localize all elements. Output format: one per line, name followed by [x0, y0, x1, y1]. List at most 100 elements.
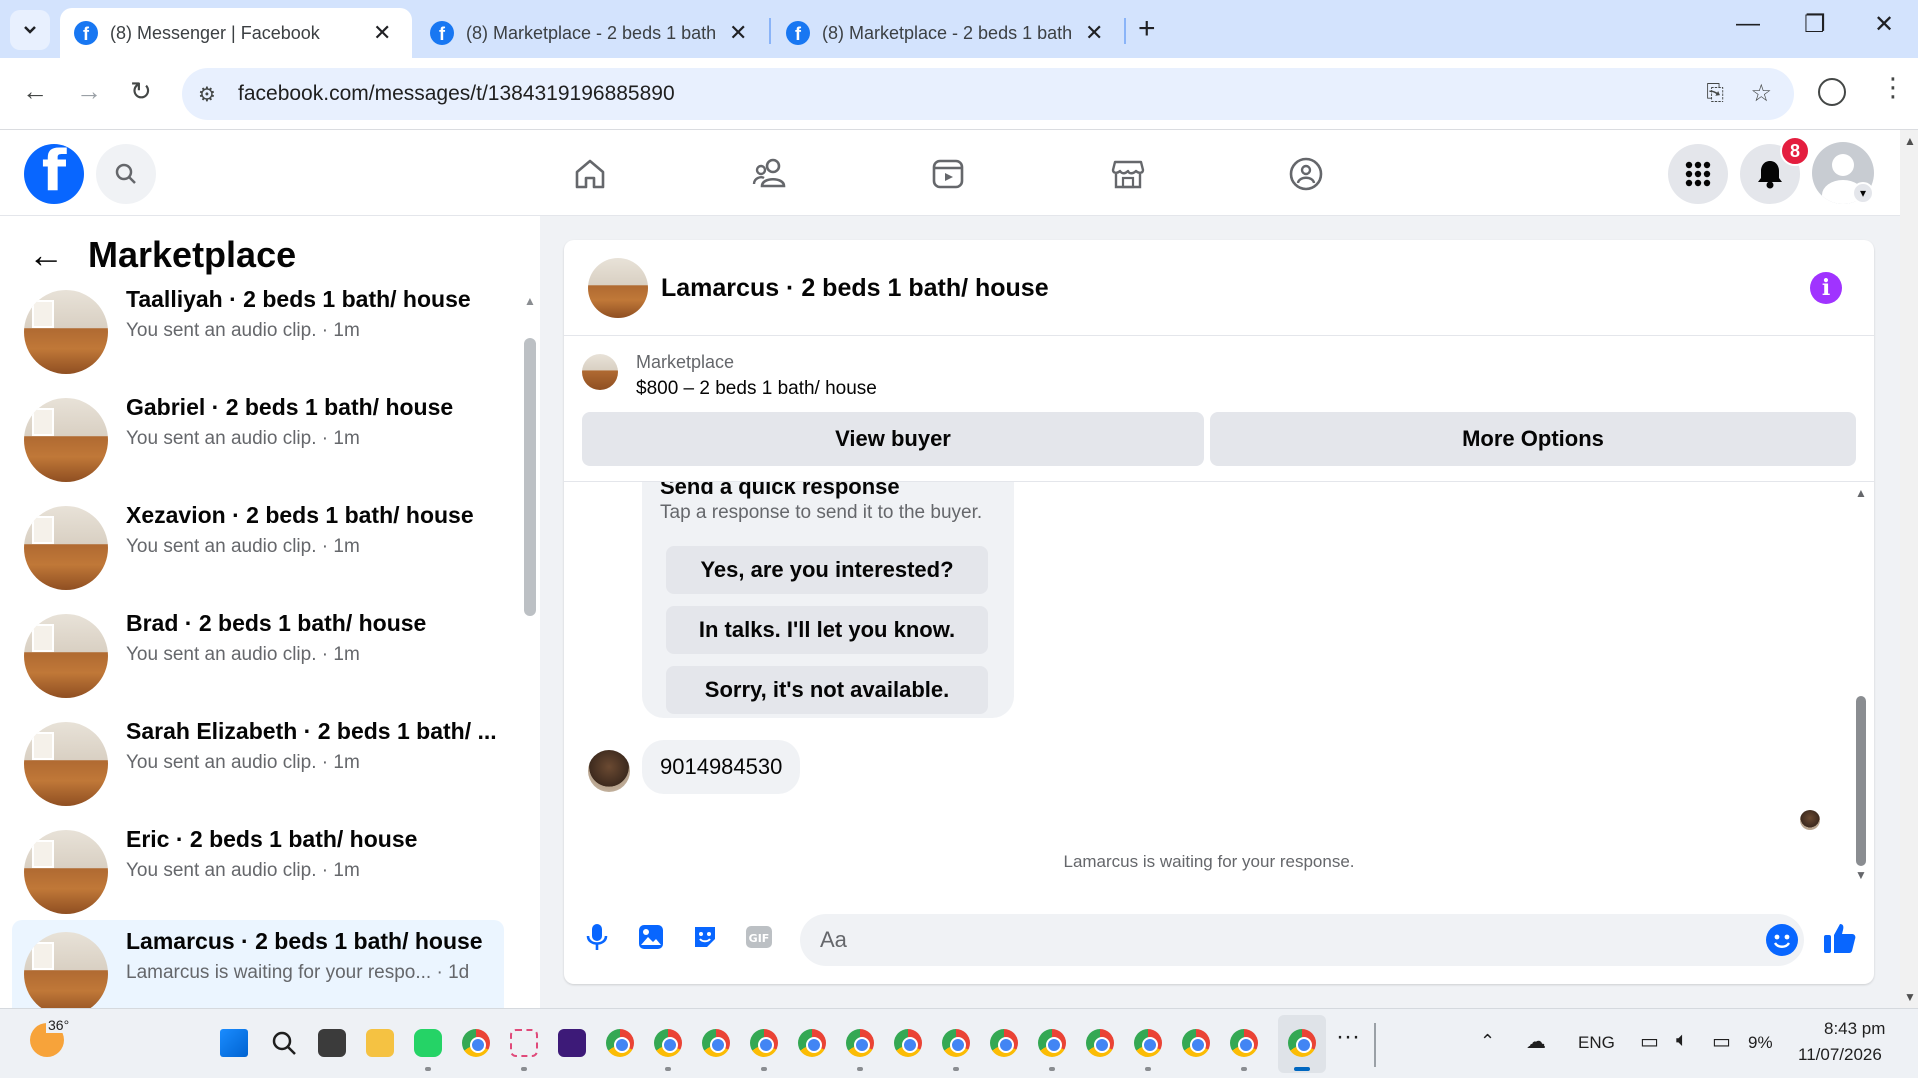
listing-price-title[interactable]: $800 – 2 beds 1 bath/ house [636, 378, 877, 400]
app-icon[interactable] [558, 1029, 586, 1057]
back-arrow-icon[interactable]: ← [22, 76, 48, 107]
chrome-profile-icon[interactable] [990, 1029, 1018, 1057]
chrome-profile-icon[interactable] [846, 1029, 874, 1057]
quick-response-option[interactable]: Sorry, it's not available. [666, 666, 988, 714]
marketplace-nav-icon[interactable] [1106, 152, 1150, 196]
scroll-up-icon[interactable]: ▲ [1904, 134, 1916, 148]
chrome-profile-icon[interactable] [894, 1029, 922, 1057]
restore-icon[interactable]: ❐ [1804, 10, 1826, 39]
home-nav-icon[interactable] [568, 152, 612, 196]
scroll-down-icon[interactable]: ▼ [1904, 990, 1916, 1004]
message-input[interactable] [800, 914, 1804, 966]
facebook-logo[interactable]: f [24, 144, 84, 204]
chrome-profile-icon[interactable] [798, 1029, 826, 1057]
battery-icon[interactable]: ▭ [1712, 1029, 1731, 1054]
browser-menu-icon[interactable]: ⋮ [1880, 72, 1906, 103]
more-apps-icon[interactable]: ··· [1336, 1023, 1360, 1051]
whatsapp-icon[interactable] [414, 1029, 442, 1057]
file-explorer-icon[interactable] [366, 1029, 394, 1057]
chrome-profile-icon[interactable] [1086, 1029, 1114, 1057]
emoji-icon[interactable] [1766, 924, 1798, 956]
message-bubble[interactable]: 9014984530 [642, 740, 801, 794]
tab-messenger[interactable]: f (8) Messenger | Facebook ✕ [60, 8, 412, 58]
close-window-icon[interactable]: ✕ [1874, 10, 1894, 39]
chrome-icon[interactable] [462, 1029, 490, 1057]
chevron-up-icon[interactable]: ⌃ [1480, 1031, 1495, 1052]
listing-avatar[interactable] [588, 258, 648, 318]
scroll-up-icon[interactable]: ▲ [1855, 486, 1867, 500]
sender-avatar[interactable] [588, 750, 630, 792]
address-bar[interactable]: ⚙ facebook.com/messages/t/13843191968858… [182, 68, 1794, 120]
install-app-icon[interactable]: ⎘ [1706, 80, 1724, 106]
chrome-profile-icon[interactable] [1182, 1029, 1210, 1057]
sticker-icon[interactable] [690, 922, 720, 952]
sidebar-scrollbar[interactable]: ▲ ▼ [520, 286, 540, 1070]
menu-button[interactable] [1668, 144, 1728, 204]
conversation-item[interactable]: Lamarcus · 2 beds 1 bath/ house Lamarcus … [12, 920, 504, 1020]
onedrive-icon[interactable]: ☁ [1526, 1029, 1546, 1054]
clock-date[interactable]: 11/07/2026 [1798, 1045, 1882, 1065]
video-nav-icon[interactable] [926, 152, 970, 196]
new-tab-icon[interactable]: + [1138, 12, 1156, 46]
chrome-profile-icon[interactable] [654, 1029, 682, 1057]
site-settings-icon[interactable]: ⚙ [198, 82, 216, 107]
search-taskbar-icon[interactable] [270, 1029, 298, 1057]
friends-nav-icon[interactable] [748, 152, 792, 196]
reload-icon[interactable]: ↻ [130, 76, 152, 107]
network-icon[interactable]: ▭ [1640, 1029, 1659, 1054]
chrome-profile-icon[interactable] [750, 1029, 778, 1057]
tab-marketplace-1[interactable]: f (8) Marketplace - 2 beds 1 bath ✕ [416, 8, 768, 58]
page-scrollbar[interactable]: ▲ ▼ [1900, 130, 1918, 1008]
language-indicator[interactable]: ENG [1578, 1033, 1615, 1053]
conversation-item[interactable]: Sarah Elizabeth · 2 beds 1 bath/ ... You … [12, 710, 504, 810]
chevron-down-icon[interactable]: ▾ [1852, 182, 1874, 204]
chat-title[interactable]: Lamarcus · 2 beds 1 bath/ house [661, 274, 1049, 303]
quick-response-option[interactable]: In talks. I'll let you know. [666, 606, 988, 654]
volume-icon[interactable]: 🔈︎ [1676, 1029, 1688, 1052]
close-tab-icon[interactable]: ✕ [729, 20, 747, 46]
chrome-icon[interactable] [606, 1029, 634, 1057]
chrome-profile-icon[interactable] [1134, 1029, 1162, 1057]
tab-search-button[interactable] [10, 10, 50, 50]
close-tab-icon[interactable]: ✕ [1085, 20, 1103, 46]
scrollbar-thumb[interactable] [1856, 696, 1866, 866]
start-icon[interactable] [220, 1029, 248, 1057]
thumbs-up-icon[interactable] [1822, 920, 1858, 956]
groups-nav-icon[interactable] [1284, 152, 1328, 196]
scroll-up-icon[interactable]: ▲ [524, 294, 536, 308]
chrome-profile-icon[interactable] [942, 1029, 970, 1057]
url-text[interactable]: facebook.com/messages/t/1384319196885890 [238, 82, 675, 106]
snipping-tool-icon[interactable] [510, 1029, 538, 1057]
chrome-profile-icon[interactable] [1230, 1029, 1258, 1057]
gif-icon[interactable]: GIF [744, 922, 774, 952]
conversation-item[interactable]: Xezavion · 2 beds 1 bath/ house You sent … [12, 494, 504, 594]
quick-response-option[interactable]: Yes, are you interested? [666, 546, 988, 594]
tab-title: (8) Marketplace - 2 beds 1 bath [466, 22, 717, 43]
conversation-item[interactable]: Eric · 2 beds 1 bath/ house You sent an a… [12, 818, 504, 918]
chrome-profile-icon[interactable] [702, 1029, 730, 1057]
forward-arrow-icon[interactable]: → [76, 76, 102, 107]
scrollbar-thumb[interactable] [524, 338, 536, 616]
chrome-active-icon[interactable] [1288, 1029, 1316, 1057]
task-view-icon[interactable] [318, 1029, 346, 1057]
conversation-item[interactable]: Brad · 2 beds 1 bath/ house You sent an a… [12, 602, 504, 702]
conversation-item[interactable]: Gabriel · 2 beds 1 bath/ house You sent a… [12, 386, 504, 486]
search-button[interactable] [96, 144, 156, 204]
scroll-down-icon[interactable]: ▼ [1855, 868, 1867, 882]
browser-profile-icon[interactable] [1818, 78, 1846, 106]
close-tab-icon[interactable]: ✕ [373, 20, 391, 46]
view-buyer-button[interactable]: View buyer [582, 412, 1204, 466]
photo-icon[interactable] [636, 922, 666, 952]
chrome-profile-icon[interactable] [1038, 1029, 1066, 1057]
microphone-icon[interactable] [582, 922, 612, 952]
back-arrow-icon[interactable]: ← [28, 234, 64, 276]
more-options-button[interactable]: More Options [1210, 412, 1856, 466]
minimize-icon[interactable]: — [1736, 10, 1760, 38]
tab-marketplace-2[interactable]: f (8) Marketplace - 2 beds 1 bath ✕ [772, 8, 1124, 58]
info-icon[interactable]: i [1810, 272, 1842, 304]
weather-widget[interactable]: 36° [30, 1017, 72, 1057]
thread-scrollbar[interactable]: ▲ ▼ [1852, 482, 1870, 890]
bookmark-star-icon[interactable]: ☆ [1750, 79, 1772, 108]
clock-time[interactable]: 8:43 pm [1824, 1019, 1885, 1039]
conversation-item[interactable]: Taalliyah · 2 beds 1 bath/ house You sent… [12, 278, 504, 378]
